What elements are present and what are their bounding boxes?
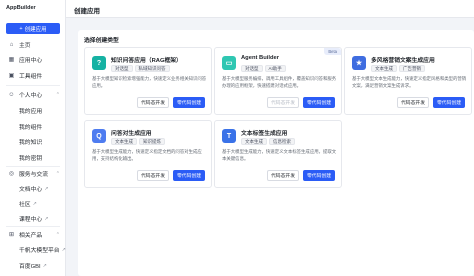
section-title: 选择创建类型 [84, 38, 119, 44]
card-description: 基于大模型服务编排，调用工具组件，覆盖知识问答和服务办理的应用框架，快速搭建对话… [222, 76, 337, 88]
sidebar-item-label: 课程中心 [19, 217, 43, 223]
app-center-icon: ▦ [8, 57, 15, 63]
code-dev-button[interactable]: 代码态开发 [397, 97, 429, 108]
sidebar-item-label: 我的应用 [19, 109, 43, 115]
tag: 对话型 [111, 65, 133, 72]
tag: 对话型 [241, 65, 263, 72]
sidebar-item-gbi[interactable]: 百度GBI ↗ [0, 259, 66, 272]
code-dev-button[interactable]: 代码态开发 [267, 97, 299, 108]
sidebar-item-label: 主页 [19, 43, 31, 49]
card-qa-pair: Q 问答对生成应用 文本生成 知识提炼 基于大模型生成能力，快速定义指定文档的问… [84, 120, 212, 188]
sidebar-item-label: 千帆大模型平台 [19, 248, 60, 254]
zero-code-create-button[interactable]: 零代码创建 [303, 170, 335, 181]
tag: AI助手 [264, 65, 286, 72]
sidebar-item-label: 工具组件 [19, 74, 43, 80]
card-title: Agent Builder [241, 55, 280, 61]
sidebar-item-courses[interactable]: 课程中心 ↗ [0, 212, 66, 225]
sidebar-item-label: 百度GBI [19, 264, 41, 270]
beta-badge: Beta [324, 48, 341, 55]
tag: 广告营销 [399, 65, 425, 72]
divider [6, 226, 60, 227]
sidebar-item-label: 社区 [19, 202, 31, 208]
agent-builder-icon: ▭ [222, 56, 236, 70]
knowledge-qa-icon: ? [92, 56, 106, 70]
sidebar-item-my-knowledge[interactable]: 我的知识 [0, 135, 66, 148]
sidebar-item-label: 文档中心 [19, 187, 43, 193]
create-app-button[interactable]: + 创建应用 [6, 23, 60, 34]
sidebar-group-label: 个人中心 [19, 93, 43, 99]
zero-code-create-button[interactable]: 零代码创建 [173, 97, 205, 108]
card-knowledge-qa: ? 知识问答应用（RAG框架） 对话型 私域知识问答 基于大模型知识检索增强能力… [84, 47, 212, 115]
products-icon: ⊞ [8, 232, 15, 238]
sidebar-group-personal[interactable]: ☺ 个人中心 ⌃ [0, 88, 66, 101]
sidebar-item-label: 我的知识 [19, 140, 43, 146]
card-title: 多风格营销文案生成应用 [371, 58, 435, 64]
sidebar-item-app-center[interactable]: ▦ 应用中心 [0, 53, 66, 66]
sidebar-item-docs[interactable]: 文档中心 ↗ [0, 182, 66, 195]
create-app-label: 创建应用 [24, 26, 47, 33]
code-dev-button[interactable]: 代码态开发 [137, 97, 169, 108]
card-description: 基于大模型文本生成能力，快速定义指定风格和类型的营销文案，满足营销文案生成诉求。 [352, 76, 467, 88]
tools-icon: ▣ [8, 73, 15, 79]
sidebar-item-my-components[interactable]: 我的组件 [0, 120, 66, 133]
qa-pair-icon: Q [92, 129, 106, 143]
sidebar-item-community[interactable]: 社区 ↗ [0, 197, 66, 210]
sidebar-item-my-keys[interactable]: 我的密钥 [0, 151, 66, 164]
card-description: 基于大模型生成能力，快速定义文本标签生成应用，提取文本关键信息。 [222, 149, 337, 161]
sidebar-group-service[interactable]: ◎ 服务与交流 ⌃ [0, 167, 66, 180]
card-title: 文本标签生成应用 [241, 131, 288, 137]
home-icon: ⌂ [9, 41, 14, 48]
code-dev-button[interactable]: 代码态开发 [267, 170, 299, 181]
sidebar-group-products[interactable]: ⊞ 相关产品 ⌃ [0, 228, 66, 241]
chevron-up-icon: ⌃ [55, 170, 60, 177]
card-description: 基于大模型生成能力，快速定义指定文档的问答对生成应用，支持结构化输出。 [92, 149, 202, 161]
card-description: 基于大模型知识检索增强能力，快速定义业务相关知识问答应用。 [92, 76, 207, 88]
user-icon: ☺ [8, 91, 15, 98]
external-link-icon: ↗ [44, 215, 49, 222]
sidebar-group-label: 相关产品 [19, 233, 43, 239]
tag: 文本生成 [241, 138, 267, 145]
sidebar-item-label: 我的组件 [19, 125, 43, 131]
chevron-up-icon: ⌃ [55, 231, 60, 238]
create-type-panel: 选择创建类型 ? 知识问答应用（RAG框架） 对话型 私域知识问答 基于大模型知… [78, 30, 474, 276]
sidebar-item-tools[interactable]: ▣ 工具组件 [0, 69, 66, 82]
sidebar-item-label: 我的密钥 [19, 156, 43, 162]
external-link-icon: ↗ [61, 246, 66, 253]
tag: 私域知识问答 [134, 65, 170, 72]
zero-code-create-button[interactable]: 零代码创建 [433, 97, 465, 108]
tag: 知识提炼 [139, 138, 165, 145]
card-marketing-copy: ★ 多风格营销文案生成应用 文本生成 广告营销 基于大模型文本生成能力，快速定义… [344, 47, 472, 115]
sidebar-group-label: 服务与交流 [19, 172, 48, 178]
code-dev-button[interactable]: 代码态开发 [137, 170, 169, 181]
service-icon: ◎ [8, 171, 15, 177]
zero-code-create-button[interactable]: 零代码创建 [303, 97, 335, 108]
sidebar-item-qianfan[interactable]: 千帆大模型平台 ↗ [0, 243, 66, 256]
card-agent-builder: Beta ▭ Agent Builder 对话型 AI助手 基于大模型服务编排，… [214, 47, 342, 115]
sidebar-item-home[interactable]: ⌂ 主页 [0, 38, 66, 51]
text-tag-icon: T [222, 129, 236, 143]
divider [6, 85, 60, 86]
header: 创建应用 [66, 0, 474, 18]
external-link-icon: ↗ [42, 262, 47, 269]
card-title: 问答对生成应用 [111, 131, 152, 137]
plus-icon: + [19, 25, 23, 32]
sidebar-item-label: 应用中心 [19, 58, 43, 64]
zero-code-create-button[interactable]: 零代码创建 [173, 170, 205, 181]
card-title: 知识问答应用（RAG框架） [111, 58, 182, 64]
sidebar: AppBuilder + 创建应用 ⌂ 主页 ▦ 应用中心 ▣ 工具组件 ☺ 个… [0, 0, 66, 276]
tag: 文本生成 [371, 65, 397, 72]
chevron-up-icon: ⌃ [55, 91, 60, 98]
sidebar-item-my-apps[interactable]: 我的应用 [0, 104, 66, 117]
tag: 文本生成 [111, 138, 137, 145]
page-title: 创建应用 [74, 8, 100, 15]
brand-logo: AppBuilder [6, 5, 36, 11]
external-link-icon: ↗ [44, 185, 49, 192]
tag: 信息检索 [269, 138, 295, 145]
external-link-icon: ↗ [32, 200, 37, 207]
marketing-copy-icon: ★ [352, 56, 366, 70]
card-text-tag: T 文本标签生成应用 文本生成 信息检索 基于大模型生成能力，快速定义文本标签生… [214, 120, 342, 188]
